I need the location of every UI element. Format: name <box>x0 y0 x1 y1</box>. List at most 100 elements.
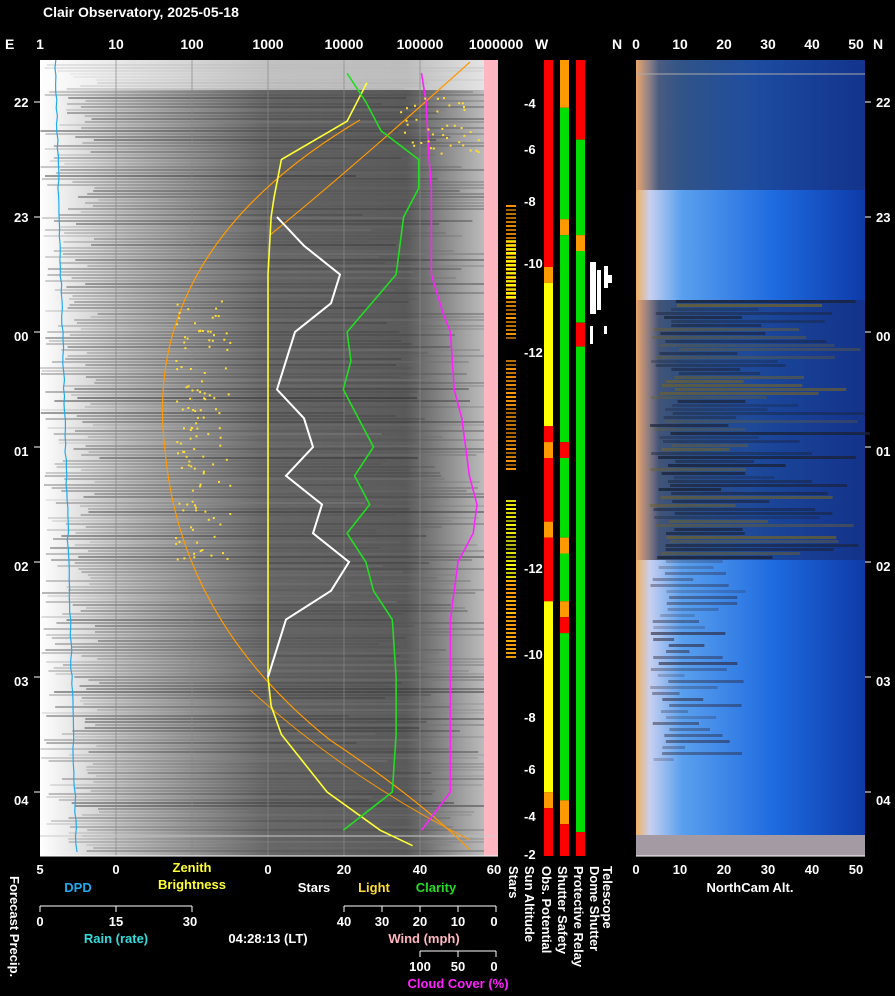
sky-streak <box>47 595 350 597</box>
sky-streak <box>84 727 420 729</box>
sky-streak <box>62 613 404 615</box>
precip-mark <box>506 412 516 414</box>
left-time-axis: 22 23 00 01 02 03 04 <box>14 95 29 808</box>
sky-streak <box>85 376 400 378</box>
northcam-streak <box>651 452 812 455</box>
light-point <box>204 398 207 401</box>
top-tick: 100000 <box>397 36 444 52</box>
light-point <box>195 435 198 438</box>
northcam-streak <box>668 464 786 467</box>
precip-mark <box>506 508 516 510</box>
light-point <box>199 483 202 486</box>
northcam-streak <box>652 578 694 581</box>
cam-top-tick: 0 <box>632 36 640 52</box>
precip-mark <box>506 552 516 554</box>
precip-mark <box>506 376 516 378</box>
precip-mark <box>506 604 516 606</box>
rain-tick: 15 <box>109 914 123 929</box>
northcam-streak <box>665 560 723 563</box>
sky-streak <box>56 172 414 174</box>
northcam-streak <box>656 524 854 527</box>
precip-mark <box>506 620 516 622</box>
northcam-streak <box>664 734 723 737</box>
sky-streak <box>58 214 363 216</box>
sky-streak <box>62 664 489 666</box>
sky-streak <box>50 784 483 786</box>
sky-streak <box>58 439 498 441</box>
wind-tick: 0 <box>490 914 497 929</box>
sky-streak <box>96 775 498 777</box>
bottom-axes: 5 0 Zenith Brightness 0 20 40 60 DPD Sta… <box>36 855 865 991</box>
sky-streak <box>56 154 435 156</box>
sky-streak <box>56 466 435 468</box>
sky-streak <box>68 298 419 300</box>
light-point <box>229 484 232 487</box>
precip-mark <box>506 520 516 522</box>
precip-mark <box>506 612 516 614</box>
sky-streak <box>68 208 498 210</box>
light-point <box>218 412 221 415</box>
sky-streak <box>46 796 372 798</box>
sky-streak <box>44 739 419 741</box>
sky-streak <box>51 559 472 561</box>
northcam-streak <box>655 356 835 359</box>
time-tick: 01 <box>14 444 28 459</box>
light-point <box>202 416 205 419</box>
sky-streak <box>88 550 498 552</box>
light-point <box>229 513 232 515</box>
light-point <box>414 104 416 107</box>
sky-streak <box>53 667 422 669</box>
sky-streak <box>90 577 438 579</box>
sky-streak <box>97 640 400 642</box>
light-point <box>229 341 232 344</box>
wind-tick: 30 <box>375 914 389 929</box>
sky-streak <box>52 361 469 363</box>
light-point <box>188 460 191 463</box>
northcam-streak <box>668 644 705 647</box>
precip-mark <box>506 580 516 582</box>
light-point <box>441 127 444 130</box>
precip-mark <box>506 364 516 366</box>
sky-streak <box>95 724 498 726</box>
light-point <box>187 385 190 388</box>
main-tick: 20 <box>337 862 351 877</box>
light-point <box>187 407 190 409</box>
light-point <box>187 308 190 311</box>
sky-streak <box>85 283 498 285</box>
light-point <box>427 128 430 131</box>
precip-mark <box>506 408 516 410</box>
top-axis: E 1 10 100 1000 10000 100000 1000000 W N… <box>5 36 883 52</box>
northcam-streak <box>676 304 822 307</box>
light-point <box>201 380 203 383</box>
sky-streak <box>69 754 498 756</box>
dome-telescope-mark <box>590 326 593 344</box>
northcam-streak <box>657 556 773 559</box>
precip-mark <box>506 329 516 331</box>
light-point <box>211 339 214 342</box>
light-point <box>215 408 217 411</box>
light-point <box>178 541 181 543</box>
light-point <box>183 341 186 344</box>
cam-top-tick: 20 <box>716 36 732 52</box>
northcam-streak <box>657 674 685 677</box>
top-west-letter: W <box>535 36 549 52</box>
status-segment <box>544 282 553 427</box>
precip-mark <box>506 544 516 546</box>
northcam-streak <box>666 380 744 383</box>
status-segment <box>544 537 553 602</box>
precip-mark <box>506 436 516 438</box>
precip-mark <box>506 440 516 442</box>
time-tick: 04 <box>14 793 29 808</box>
sky-streak <box>53 538 377 540</box>
precip-mark <box>506 648 516 650</box>
light-point <box>404 131 406 134</box>
sky-streak <box>78 568 492 570</box>
sky-streak <box>47 529 376 531</box>
light-point <box>210 554 213 557</box>
sky-streak <box>60 292 498 294</box>
cam-top-tick: 30 <box>760 36 776 52</box>
zenith-label: Brightness <box>158 877 226 892</box>
light-point <box>183 557 186 560</box>
precip-mark <box>506 313 516 315</box>
sky-streak <box>53 250 455 252</box>
